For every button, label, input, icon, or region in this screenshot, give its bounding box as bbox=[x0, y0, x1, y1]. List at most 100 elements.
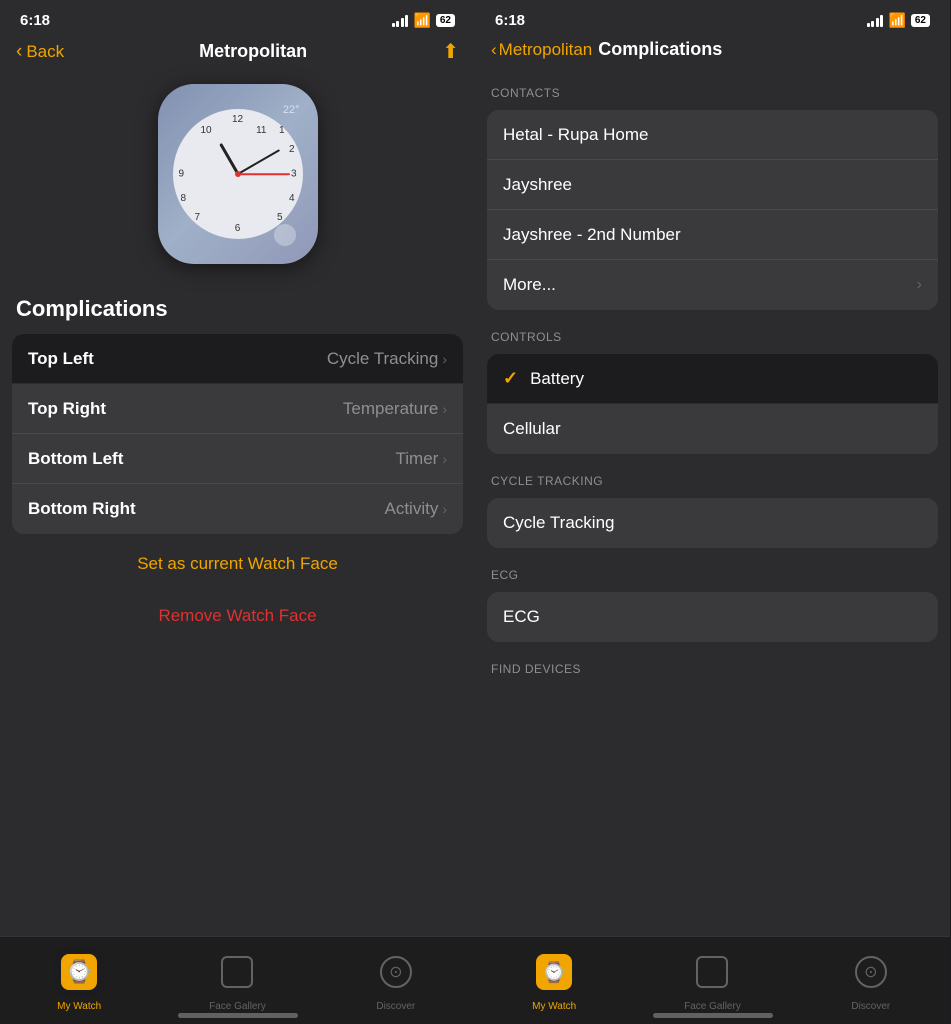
cellular-item[interactable]: Cellular bbox=[487, 404, 938, 454]
cycle-tracking-item[interactable]: Cycle Tracking bbox=[487, 498, 938, 548]
ecg-item[interactable]: ECG bbox=[487, 592, 938, 642]
tab-bar-left: ⌚ My Watch Face Gallery ⊙ Discover bbox=[0, 936, 475, 1024]
discover-label-left: Discover bbox=[376, 1001, 415, 1012]
contact-item-0[interactable]: Hetal - Rupa Home bbox=[487, 110, 938, 160]
contact-label-2: Jayshree - 2nd Number bbox=[503, 225, 922, 245]
clock-num-8: 8 bbox=[181, 193, 187, 204]
complication-bottom-left[interactable]: Bottom Left Timer › bbox=[12, 434, 463, 484]
contact-label-1: Jayshree bbox=[503, 175, 922, 195]
contact-label-0: Hetal - Rupa Home bbox=[503, 125, 922, 145]
ecg-label: ECG bbox=[503, 607, 922, 627]
clock-center-dot bbox=[235, 171, 241, 177]
clock-num-10: 10 bbox=[201, 125, 212, 136]
chevron-icon-2: › bbox=[442, 451, 447, 467]
tab-face-gallery-right[interactable]: Face Gallery bbox=[633, 947, 791, 1012]
discover-icon: ⊙ bbox=[380, 956, 412, 988]
battery-label: Battery bbox=[530, 369, 922, 389]
wifi-icon-right: 📶 bbox=[888, 12, 905, 29]
my-watch-label-left: My Watch bbox=[57, 1001, 101, 1012]
clock-hand-minute bbox=[237, 149, 280, 175]
tab-my-watch-right[interactable]: ⌚ My Watch bbox=[475, 947, 633, 1012]
my-watch-label-right: My Watch bbox=[532, 1001, 576, 1012]
nav-title-right: Complications bbox=[598, 39, 722, 60]
complication-bottom-left-label: Bottom Left bbox=[28, 449, 123, 469]
complication-top-left-value: Cycle Tracking › bbox=[327, 349, 447, 369]
left-phone-panel: 6:18 📶 62 ‹ Back Metropolitan ⬆ 22° bbox=[0, 0, 475, 1024]
contact-item-1[interactable]: Jayshree bbox=[487, 160, 938, 210]
clock-num-11: 11 bbox=[256, 125, 266, 136]
controls-section-header: CONTROLS bbox=[475, 314, 950, 350]
tab-my-watch-left[interactable]: ⌚ My Watch bbox=[0, 947, 158, 1012]
nav-breadcrumb-right: ‹ Metropolitan Complications bbox=[475, 35, 950, 70]
ecg-section-header: ECG bbox=[475, 552, 950, 588]
signal-bar-4 bbox=[405, 15, 408, 27]
contact-label-more: More... bbox=[503, 275, 917, 295]
contact-item-more[interactable]: More... › bbox=[487, 260, 938, 310]
my-watch-tab-icon-right: ⌚ bbox=[529, 947, 579, 997]
cycle-tracking-list: Cycle Tracking bbox=[487, 498, 938, 548]
clock-num-5: 5 bbox=[277, 212, 283, 223]
status-icons-left: 📶 62 bbox=[392, 12, 455, 29]
cycle-tracking-section-header: CYCLE TRACKING bbox=[475, 458, 950, 494]
cellular-label: Cellular bbox=[503, 419, 922, 439]
complication-top-right-value: Temperature › bbox=[343, 399, 447, 419]
tab-discover-right[interactable]: ⊙ Discover bbox=[792, 947, 950, 1012]
complication-bottom-right[interactable]: Bottom Right Activity › bbox=[12, 484, 463, 534]
tab-face-gallery-left[interactable]: Face Gallery bbox=[158, 947, 316, 1012]
watch-icon-right: ⌚ bbox=[536, 954, 572, 990]
complication-top-left[interactable]: Top Left Cycle Tracking › bbox=[12, 334, 463, 384]
ecg-list: ECG bbox=[487, 592, 938, 642]
complications-list: Top Left Cycle Tracking › Top Right Temp… bbox=[12, 334, 463, 534]
battery-item[interactable]: ✓ Battery bbox=[487, 354, 938, 404]
wifi-icon: 📶 bbox=[413, 12, 430, 29]
remove-watch-face-button[interactable]: Remove Watch Face bbox=[0, 590, 475, 642]
back-chevron-icon: ‹ bbox=[16, 41, 22, 63]
face-gallery-icon bbox=[221, 956, 253, 988]
face-gallery-label-left: Face Gallery bbox=[209, 1001, 266, 1012]
face-gallery-label-right: Face Gallery bbox=[684, 1001, 741, 1012]
home-indicator-right bbox=[653, 1013, 773, 1018]
complication-top-right-label: Top Right bbox=[28, 399, 106, 419]
right-phone-panel: 6:18 📶 62 ‹ Metropolitan Complications C… bbox=[475, 0, 950, 1024]
battery-indicator-right: 62 bbox=[911, 14, 930, 27]
clock-num-2: 2 bbox=[289, 144, 295, 155]
clock-hand-second bbox=[238, 173, 290, 175]
chevron-icon-3: › bbox=[442, 501, 447, 517]
contacts-list: Hetal - Rupa Home Jayshree Jayshree - 2n… bbox=[487, 110, 938, 310]
my-watch-tab-icon: ⌚ bbox=[54, 947, 104, 997]
set-watch-face-button[interactable]: Set as current Watch Face bbox=[0, 538, 475, 590]
clock-face: 12 3 6 9 1 11 10 2 4 5 7 8 bbox=[173, 109, 303, 239]
discover-label-right: Discover bbox=[851, 1001, 890, 1012]
complications-title: Complications bbox=[0, 284, 475, 330]
back-label-left: Back bbox=[26, 42, 64, 62]
share-icon[interactable]: ⬆ bbox=[442, 39, 459, 64]
status-icons-right: 📶 62 bbox=[867, 12, 930, 29]
tab-bar-right: ⌚ My Watch Face Gallery ⊙ Discover bbox=[475, 936, 950, 1024]
home-indicator-left bbox=[178, 1013, 298, 1018]
breadcrumb-back-label: Metropolitan bbox=[499, 40, 593, 60]
complication-top-right[interactable]: Top Right Temperature › bbox=[12, 384, 463, 434]
contact-item-2[interactable]: Jayshree - 2nd Number bbox=[487, 210, 938, 260]
signal-icon bbox=[392, 15, 409, 27]
cycle-tracking-label: Cycle Tracking bbox=[503, 513, 922, 533]
watch-bottom-badge bbox=[274, 224, 296, 246]
back-button-left[interactable]: ‹ Back bbox=[16, 41, 64, 63]
signal-bar-3 bbox=[401, 18, 404, 27]
breadcrumb-chevron: ‹ bbox=[491, 40, 497, 60]
signal-bar-1 bbox=[392, 23, 395, 27]
chevron-icon-1: › bbox=[442, 401, 447, 417]
clock-num-12: 12 bbox=[232, 114, 243, 125]
clock-num-1: 1 bbox=[279, 125, 285, 136]
clock-num-3: 3 bbox=[291, 169, 297, 180]
clock-num-7: 7 bbox=[195, 212, 201, 223]
watch-face-container: 22° 12 3 6 9 1 11 10 2 4 5 7 8 bbox=[0, 74, 475, 284]
breadcrumb-back-button[interactable]: ‹ Metropolitan bbox=[491, 40, 592, 60]
watch-face-image: 22° 12 3 6 9 1 11 10 2 4 5 7 8 bbox=[158, 84, 318, 264]
tab-discover-left[interactable]: ⊙ Discover bbox=[317, 947, 475, 1012]
nav-bar-left: ‹ Back Metropolitan ⬆ bbox=[0, 35, 475, 74]
discover-icon-container: ⊙ bbox=[371, 947, 421, 997]
controls-list: ✓ Battery Cellular bbox=[487, 354, 938, 454]
complication-bottom-right-value: Activity › bbox=[384, 499, 447, 519]
status-bar-left: 6:18 📶 62 bbox=[0, 0, 475, 35]
signal-bar-2 bbox=[396, 21, 399, 27]
